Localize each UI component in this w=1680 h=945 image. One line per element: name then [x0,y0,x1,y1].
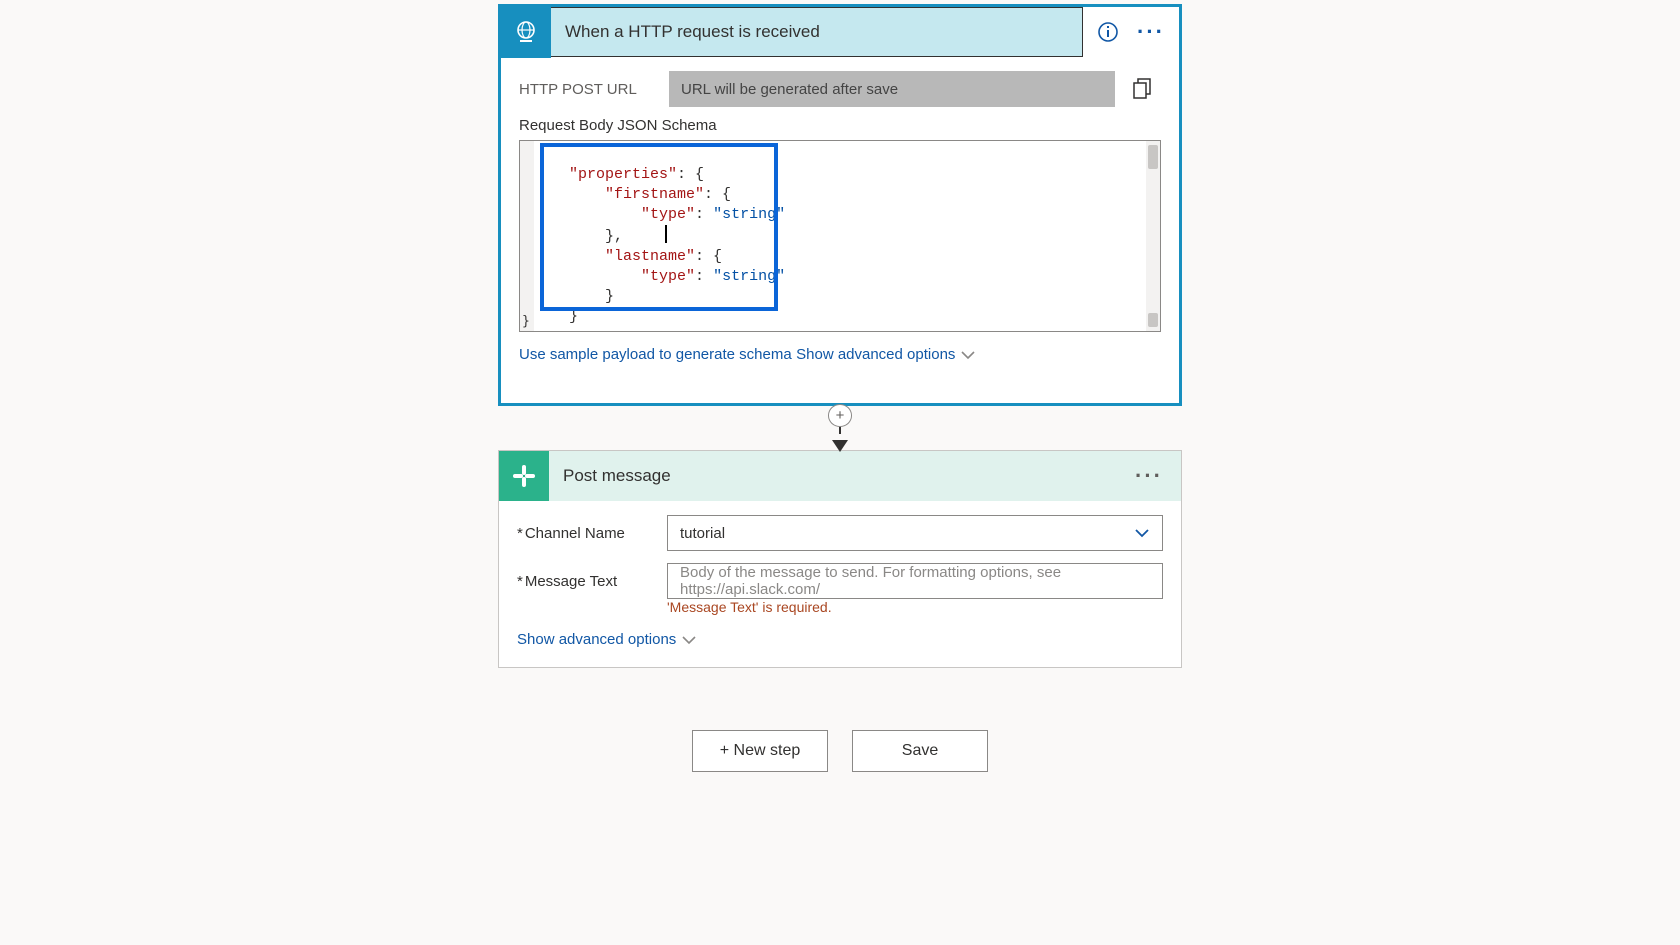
url-placeholder-text: URL will be generated after save [681,81,898,98]
show-advanced-options-link[interactable]: Show advanced options [796,346,975,363]
message-text-label: *Message Text [517,573,667,590]
show-advanced-options-link[interactable]: Show advanced options [517,631,696,648]
footer-actions: + New step Save [498,730,1182,772]
copy-url-button[interactable] [1125,71,1161,107]
http-request-icon [501,6,551,58]
schema-label: Request Body JSON Schema [519,117,1161,134]
add-step-inline-button[interactable]: + [828,404,852,427]
use-sample-payload-link[interactable]: Use sample payload to generate schema [519,346,792,363]
code-key: "firstname" [605,186,704,203]
trigger-card: When a HTTP request is received ··· HTTP… [498,4,1182,406]
connector: + [498,404,1182,452]
http-post-url-label: HTTP POST URL [519,81,669,98]
connector-line [839,427,841,434]
more-menu-icon[interactable]: ··· [1125,463,1173,489]
scrollbar-thumb[interactable] [1148,313,1158,327]
chevron-down-icon [961,350,975,360]
action-card-post-message: Post message ··· *Channel Name tutorial … [498,450,1182,668]
more-menu-icon[interactable]: ··· [1137,19,1165,45]
code-key: "lastname" [605,248,695,265]
chevron-down-icon [1134,527,1150,539]
trigger-header[interactable]: When a HTTP request is received [501,7,1083,57]
fold-caret-icon: } [522,314,530,329]
editor-gutter: } [520,141,534,331]
scrollbar-thumb[interactable] [1148,145,1158,169]
trigger-header-row: When a HTTP request is received ··· [501,7,1179,57]
chevron-down-icon [682,635,696,645]
code-key: "type" [641,206,695,223]
message-text-error: 'Message Text' is required. [667,599,1163,615]
editor-content[interactable]: "properties": { "firstname": { "type": "… [534,141,1146,331]
info-icon[interactable] [1097,21,1119,43]
text-cursor [665,225,667,243]
editor-scrollbar[interactable] [1146,141,1160,331]
action-header[interactable]: Post message ··· [499,451,1181,501]
action-title: Post message [549,466,1125,486]
channel-name-select[interactable]: tutorial [667,515,1163,551]
code-key: "type" [641,268,695,285]
trigger-title: When a HTTP request is received [551,22,1074,42]
slack-icon [499,451,549,501]
message-text-placeholder: Body of the message to send. For formatt… [680,564,1150,598]
message-text-input[interactable]: Body of the message to send. For formatt… [667,563,1163,599]
save-button[interactable]: Save [852,730,988,772]
code-key: "properties" [569,166,677,183]
code-string: "string" [713,206,785,223]
new-step-button[interactable]: + New step [692,730,828,772]
channel-name-value: tutorial [680,525,725,542]
channel-name-label: *Channel Name [517,525,667,542]
json-schema-editor[interactable]: } "properties": { "firstname": { "type":… [519,140,1161,332]
code-string: "string" [713,268,785,285]
arrow-down-icon [832,440,848,452]
http-post-url-field: URL will be generated after save [669,71,1115,107]
